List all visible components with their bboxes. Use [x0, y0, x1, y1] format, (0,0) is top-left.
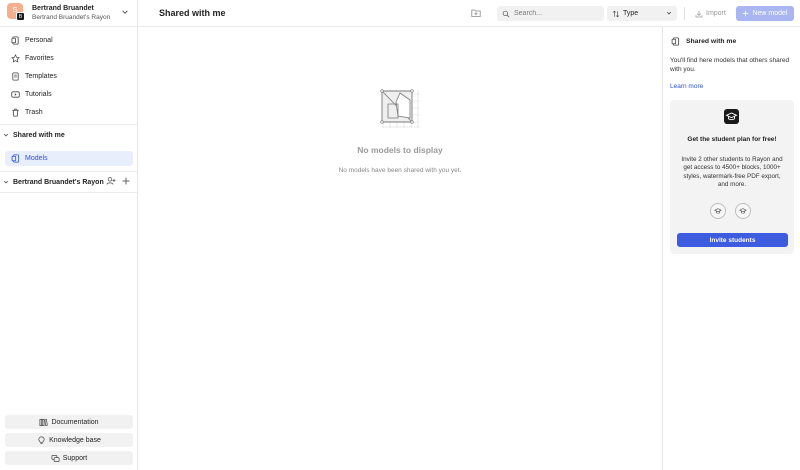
search-box[interactable]	[497, 6, 604, 21]
sidebar-item-personal[interactable]: Personal	[0, 31, 138, 49]
new-model-label: New model	[752, 10, 788, 17]
support-button[interactable]: Support	[5, 451, 133, 465]
documentation-button[interactable]: Documentation	[5, 415, 133, 429]
sidebar-item-tutorials[interactable]: Tutorials	[0, 85, 138, 103]
import-label: Import	[706, 10, 726, 17]
top-bar: Shared with me Type Import New model	[138, 0, 800, 27]
learn-more-link[interactable]: Learn more	[670, 83, 703, 90]
type-sort-select[interactable]: Type	[607, 6, 677, 21]
sort-icon	[612, 10, 620, 17]
invite-slots	[710, 203, 751, 219]
section-label: Shared with me	[13, 131, 65, 139]
sidebar-item-models[interactable]: Models	[5, 151, 133, 166]
sidebar-nav: Personal Favorites Templates Tutorials T…	[0, 31, 138, 121]
knowledge-base-button[interactable]: Knowledge base	[5, 433, 133, 447]
search-input[interactable]	[514, 10, 599, 17]
info-panel-header: Shared with me	[671, 37, 736, 46]
chevron-down-icon	[3, 133, 9, 137]
knowledge-base-label: Knowledge base	[49, 436, 101, 444]
graduation-cap-icon	[739, 208, 747, 214]
documentation-label: Documentation	[51, 418, 99, 426]
section-label: Bertrand Bruandet's Rayon	[13, 178, 104, 186]
sidebar-item-favorites[interactable]: Favorites	[0, 49, 138, 67]
graduation-cap-icon	[714, 208, 722, 214]
info-panel-title: Shared with me	[686, 38, 737, 45]
library-icon	[39, 418, 49, 426]
new-folder-icon[interactable]	[471, 8, 481, 18]
account-switcher[interactable]: S B Bertrand Bruandet Bertrand Bruandet'…	[0, 0, 138, 27]
info-panel: Shared with me You'll find here models t…	[662, 27, 800, 470]
models-icon	[11, 154, 20, 163]
workspace-badge: B	[16, 12, 25, 21]
search-icon	[502, 10, 510, 17]
sidebar-item-label: Models	[25, 155, 48, 162]
sidebar-item-label: Tutorials	[25, 90, 52, 98]
chat-icon	[51, 454, 60, 462]
empty-state-title: No models to display	[357, 145, 443, 155]
divider	[0, 171, 137, 172]
chevron-down-icon	[3, 180, 9, 184]
chevron-down-icon[interactable]	[121, 8, 129, 16]
invite-students-button[interactable]: Invite students	[677, 233, 788, 247]
sidebar-item-label: Trash	[25, 108, 43, 116]
student-plan-card: Get the student plan for free! Invite 2 …	[670, 100, 794, 254]
plus-icon	[743, 10, 749, 17]
support-label: Support	[62, 454, 88, 462]
account-workspace: Bertrand Bruandet's Rayon	[32, 14, 111, 21]
divider	[0, 192, 137, 193]
student-slot	[710, 203, 726, 219]
sidebar: S B Bertrand Bruandet Bertrand Bruandet'…	[0, 0, 138, 470]
plus-icon[interactable]	[121, 176, 131, 186]
account-name: Bertrand Bruandet	[32, 5, 94, 12]
chevron-down-icon	[666, 11, 672, 15]
sidebar-item-trash[interactable]: Trash	[0, 103, 138, 121]
import-button[interactable]: Import	[695, 6, 726, 21]
sidebar-item-templates[interactable]: Templates	[0, 67, 138, 85]
divider	[0, 124, 137, 125]
new-model-button[interactable]: New model	[736, 6, 794, 21]
student-slot	[735, 203, 751, 219]
sidebar-item-label: Templates	[25, 72, 57, 80]
student-plan-title: Get the student plan for free!	[687, 136, 777, 143]
page-title: Shared with me	[159, 8, 226, 18]
star-icon	[11, 53, 20, 63]
info-panel-description: You'll find here models that others shar…	[670, 57, 790, 73]
student-plan-body: Invite 2 other students to Rayon and get…	[681, 156, 783, 189]
graduation-cap-icon	[724, 109, 739, 124]
toolbar-divider	[684, 7, 685, 20]
section-shared-with-me[interactable]: Shared with me	[0, 128, 138, 142]
templates-icon	[12, 71, 19, 81]
add-member-icon[interactable]	[106, 176, 116, 186]
sidebar-item-label: Favorites	[25, 54, 54, 62]
type-select-label: Type	[623, 10, 639, 17]
workspace-actions	[106, 176, 131, 186]
empty-state-subtitle: No models have been shared with you yet.	[338, 167, 462, 174]
models-icon	[671, 37, 680, 46]
video-icon	[11, 90, 20, 98]
trash-icon	[12, 108, 19, 117]
personal-icon	[11, 35, 19, 45]
download-icon	[695, 10, 703, 17]
lightbulb-icon	[38, 436, 45, 444]
empty-models-illustration	[380, 89, 420, 128]
sidebar-item-label: Personal	[25, 36, 53, 44]
